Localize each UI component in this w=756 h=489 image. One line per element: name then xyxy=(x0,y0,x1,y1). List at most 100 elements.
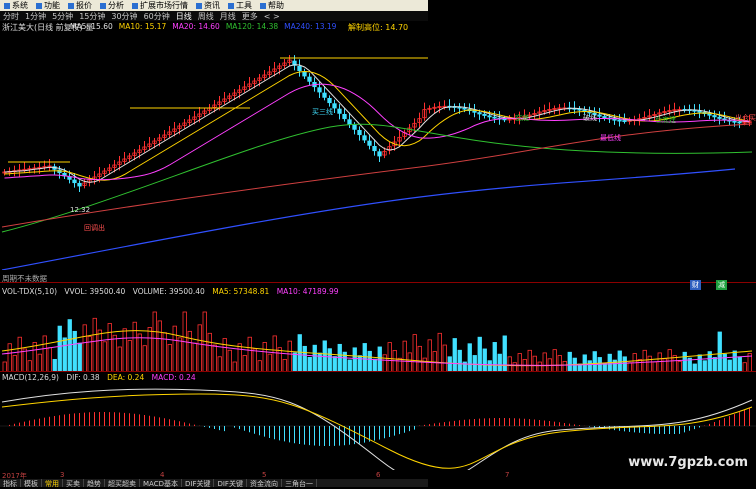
indicator-tab[interactable]: 指标 xyxy=(0,479,21,488)
menu-item-4[interactable]: 扩展市场行情 xyxy=(128,0,192,11)
volume-bar xyxy=(37,353,42,372)
volume-bar xyxy=(277,347,282,372)
menu-bar: 系统 功能 报价 分析 扩展市场行情 资讯 工具 帮助 xyxy=(0,0,428,11)
menu-item-1[interactable]: 功能 xyxy=(32,0,64,11)
timeframe-arrows[interactable]: < > xyxy=(261,12,283,21)
volume-bar xyxy=(452,338,457,372)
indicator-tab[interactable]: 超买超卖 xyxy=(105,479,140,488)
volume-bar xyxy=(227,349,232,372)
candle-body xyxy=(332,103,337,109)
candle-body xyxy=(302,71,307,77)
date-tick: 3 xyxy=(60,471,65,479)
volume-bar xyxy=(442,344,447,372)
indicator-tab[interactable]: 三角台一 xyxy=(282,479,317,488)
candle-body xyxy=(477,112,482,115)
volume-bar xyxy=(467,343,472,372)
volume-bar xyxy=(327,348,332,372)
indicator-tab[interactable]: 模板 xyxy=(21,479,42,488)
candle-body xyxy=(697,110,702,113)
volume-bar xyxy=(122,328,127,372)
dif-value: DIF: 0.38 xyxy=(66,373,100,382)
volume-bar xyxy=(412,334,417,372)
volume-bar xyxy=(47,347,52,372)
vol-ma10-value: MA10: 47189.99 xyxy=(276,287,339,296)
timeframe-tab[interactable]: 60分钟 xyxy=(141,11,173,22)
candle-body xyxy=(472,110,477,113)
volume-bar xyxy=(157,320,162,372)
menu-item-0[interactable]: 系统 xyxy=(0,0,32,11)
menu-item-label: 分析 xyxy=(108,1,124,10)
timeframe-tab[interactable]: 日线 xyxy=(173,11,195,22)
volume-bar xyxy=(337,343,342,372)
menu-item-label: 资讯 xyxy=(204,1,220,10)
volume-bar xyxy=(127,340,132,372)
menu-item-5[interactable]: 资讯 xyxy=(192,0,224,11)
volume-bar xyxy=(407,352,412,372)
volume-bar xyxy=(197,324,202,372)
menu-item-7[interactable]: 帮助 xyxy=(256,0,288,11)
volume-chart[interactable] xyxy=(0,296,756,372)
indicator-tab[interactable]: DIF关键 xyxy=(182,479,215,488)
volume-bar xyxy=(252,348,257,372)
finance-badge[interactable]: 财 xyxy=(690,280,701,290)
candle-body xyxy=(347,119,352,125)
candle-body xyxy=(717,116,722,119)
volume-bar xyxy=(92,317,97,372)
volume-bar xyxy=(502,335,507,372)
menu-item-label: 工具 xyxy=(236,1,252,10)
volume-bar xyxy=(62,337,67,372)
menu-item-6[interactable]: 工具 xyxy=(224,0,256,11)
volume-bar xyxy=(722,353,727,372)
volume-bar xyxy=(352,347,357,372)
volume-bar xyxy=(592,351,597,372)
timeframe-tab[interactable]: 分时 xyxy=(0,11,22,22)
menu-icon xyxy=(228,2,234,9)
reduce-badge[interactable]: 减 xyxy=(716,280,727,290)
volume-bar xyxy=(557,355,562,372)
candle-body xyxy=(602,116,607,119)
menu-item-label: 帮助 xyxy=(268,1,284,10)
volume-bar xyxy=(57,325,62,372)
volume-bar xyxy=(457,349,462,372)
indicator-tab[interactable]: 常用 xyxy=(42,479,63,488)
timeframe-tab[interactable]: 更多 xyxy=(239,11,261,22)
volume-bar xyxy=(427,339,432,372)
volume-bar xyxy=(67,319,72,372)
timeframe-tab[interactable]: 周线 xyxy=(195,11,217,22)
timeframe-tab[interactable]: 15分钟 xyxy=(76,11,108,22)
volume-bar xyxy=(482,348,487,372)
volume-bar xyxy=(17,336,22,372)
candle-body xyxy=(317,87,322,93)
candle-body xyxy=(372,146,377,152)
volume-bar xyxy=(657,352,662,372)
candle-body xyxy=(327,98,332,104)
indicator-tab[interactable]: DIF关键 xyxy=(214,479,247,488)
volume-bar xyxy=(647,355,652,372)
timeframe-tab[interactable]: 5分钟 xyxy=(49,11,76,22)
indicator-tab[interactable]: 买卖 xyxy=(63,479,84,488)
menu-item-2[interactable]: 报价 xyxy=(64,0,96,11)
menu-item-3[interactable]: 分析 xyxy=(96,0,128,11)
volume-bar xyxy=(397,357,402,372)
candlestick-chart[interactable]: 12.32 买三线回调出 空底 破线最低线 出仓买 仓底建 xyxy=(0,32,756,270)
timeframe-bar: 分时 1分钟 5分钟 15分钟 30分钟 60分钟 日线 周线 月线 更多 < > xyxy=(0,11,428,21)
ma-legend-item: MA20: 14.60 xyxy=(172,22,220,31)
indicator-tab[interactable]: 资金流向 xyxy=(247,479,282,488)
volume-bar xyxy=(642,349,647,372)
volume-bar xyxy=(262,342,267,372)
tag-right-label: 出仓买 xyxy=(735,113,756,122)
ma-legend-item: MA10: 15.17 xyxy=(118,22,167,31)
menu-icon xyxy=(100,2,106,9)
timeframe-tab[interactable]: 30分钟 xyxy=(108,11,140,22)
volume-bar xyxy=(137,333,142,372)
macd-indicator-name: MACD(12,26,9) xyxy=(2,373,59,382)
volume-value: VOLUME: 39500.40 xyxy=(132,287,205,296)
volume-bar xyxy=(77,342,82,372)
indicator-tab[interactable]: MACD基本 xyxy=(140,479,182,488)
ma-legend-item: MA240: 13.19 xyxy=(284,22,337,31)
volume-bar xyxy=(237,343,242,372)
indicator-tab[interactable]: 趋势 xyxy=(84,479,105,488)
volume-bar xyxy=(22,348,27,372)
timeframe-tab[interactable]: 1分钟 xyxy=(22,11,49,22)
timeframe-tab[interactable]: 月线 xyxy=(217,11,239,22)
